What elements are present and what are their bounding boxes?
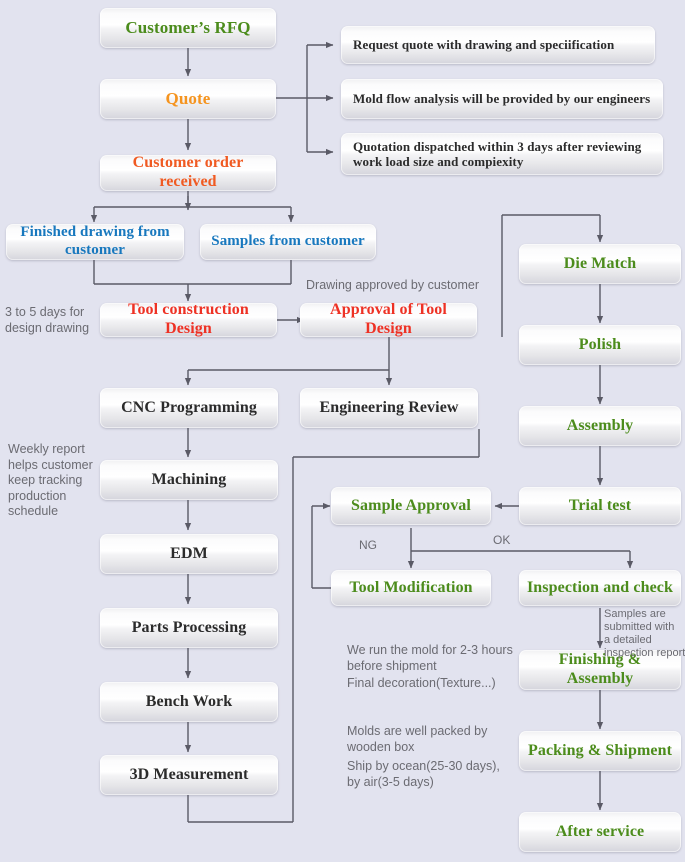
node-customer-rfq[interactable]: Customer’s RFQ	[100, 8, 276, 48]
node-approval-tool-design[interactable]: Approval of Tool Design	[300, 301, 477, 337]
note-drawing-approved: Drawing approved by customer	[306, 278, 479, 292]
node-tool-modification[interactable]: Tool Modification	[331, 570, 491, 606]
node-after-service[interactable]: After service	[519, 812, 681, 852]
node-customer-order-received[interactable]: Customer order received	[100, 154, 276, 191]
flowchart-canvas: Customer’s RFQ Quote Customer order rece…	[0, 0, 685, 862]
node-quotation-dispatched[interactable]: Quotation dispatched within 3 days after…	[341, 133, 663, 175]
node-die-match[interactable]: Die Match	[519, 244, 681, 284]
node-edm[interactable]: EDM	[100, 534, 278, 574]
note-run-mold: We run the mold for 2-3 hours before shi…	[347, 643, 513, 673]
node-cnc-programming[interactable]: CNC Programming	[100, 388, 278, 428]
node-inspection-and-check[interactable]: Inspection and check	[519, 570, 681, 606]
node-bench-work[interactable]: Bench Work	[100, 682, 278, 722]
note-final-decoration: Final decoration(Texture...)	[347, 676, 496, 690]
note-design-days: 3 to 5 days for design drawing	[5, 305, 90, 335]
edge-label-ng: NG	[359, 538, 377, 552]
node-samples-from-customer[interactable]: Samples from customer	[200, 224, 376, 260]
node-trial-test[interactable]: Trial test	[519, 487, 681, 525]
node-mold-flow-analysis[interactable]: Mold flow analysis will be provided by o…	[341, 79, 663, 119]
edge-label-ok: OK	[493, 533, 511, 547]
node-packing-shipment[interactable]: Packing & Shipment	[519, 731, 681, 771]
note-wooden-box: Molds are well packed by wooden box	[347, 724, 488, 754]
node-request-quote[interactable]: Request quote with drawing and speciific…	[341, 26, 655, 64]
node-machining[interactable]: Machining	[100, 460, 278, 500]
note-samples-submitted: Samples are submitted with a detailed in…	[604, 608, 685, 659]
node-parts-processing[interactable]: Parts Processing	[100, 608, 278, 648]
node-polish[interactable]: Polish	[519, 325, 681, 365]
node-sample-approval[interactable]: Sample Approval	[331, 487, 491, 525]
node-quote[interactable]: Quote	[100, 79, 276, 119]
node-assembly[interactable]: Assembly	[519, 406, 681, 446]
note-shipping: Ship by ocean(25-30 days), by air(3-5 da…	[347, 759, 500, 789]
node-3d-measurement[interactable]: 3D Measurement	[100, 755, 278, 795]
node-engineering-review[interactable]: Engineering Review	[300, 388, 478, 428]
node-tool-construction-design[interactable]: Tool construction Design	[100, 301, 277, 337]
note-weekly-report: Weekly report helps customer keep tracki…	[8, 442, 93, 518]
node-finished-drawing[interactable]: Finished drawing from customer	[6, 224, 184, 260]
